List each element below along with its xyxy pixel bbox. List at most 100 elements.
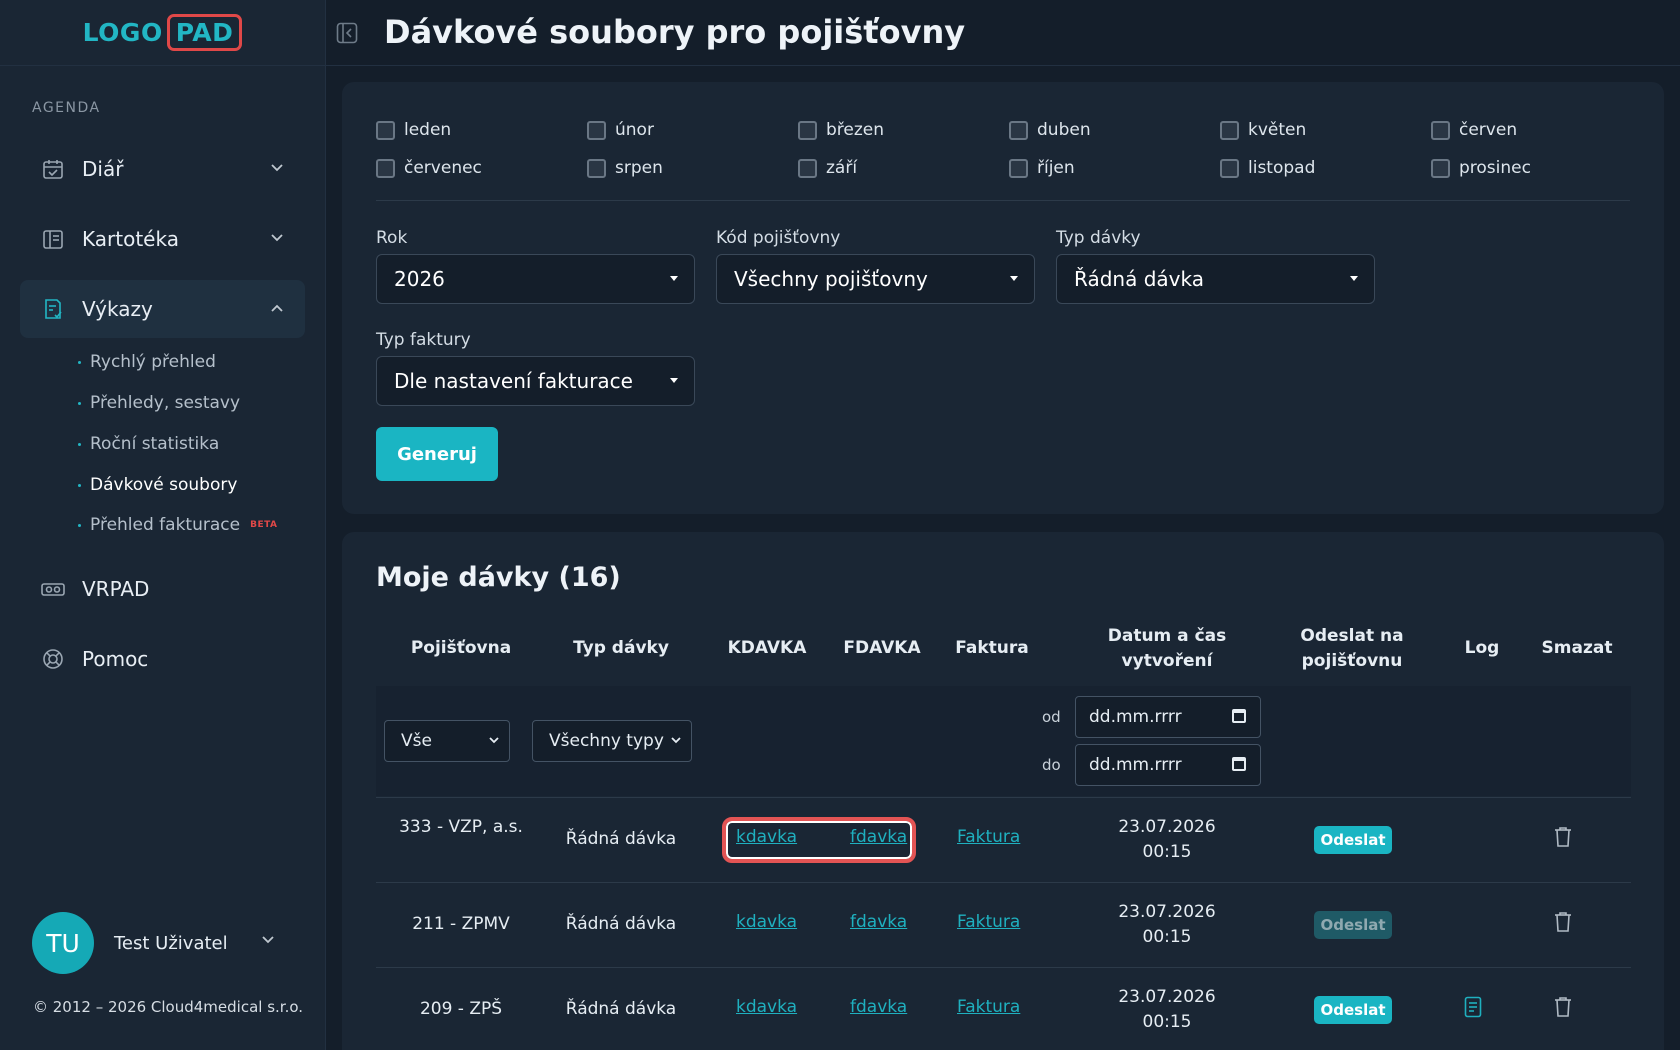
caret-down-icon	[670, 276, 678, 281]
trash-icon[interactable]	[1554, 996, 1572, 1018]
column-header-smazat: Smazat	[1541, 638, 1613, 658]
kod-pojistovny-select[interactable]: Všechny pojišťovny	[716, 254, 1035, 304]
date-from-label: od	[1042, 708, 1061, 726]
checkbox[interactable]	[798, 120, 817, 140]
checkbox[interactable]	[587, 158, 606, 178]
typ-filter-select[interactable]: Všechny typy	[532, 720, 692, 762]
sidebar-subitem-prehledy[interactable]: Přehledy, sestavy	[78, 393, 240, 413]
typ-cell: Řádná dávka	[565, 999, 677, 1019]
lifebuoy-icon	[40, 646, 66, 672]
month-label: březen	[826, 120, 885, 140]
fdavka-link[interactable]: fdavka	[850, 997, 907, 1017]
batches-title: Moje dávky (16)	[376, 562, 621, 593]
checkbox[interactable]	[1009, 120, 1028, 140]
month-label: leden	[404, 120, 452, 140]
typ-faktury-select[interactable]: Dle nastavení fakturace	[376, 356, 695, 406]
checkbox[interactable]	[1431, 120, 1450, 140]
date-cell: 23.07.2026 00:15	[1087, 815, 1247, 865]
log-document-icon[interactable]	[1464, 996, 1482, 1018]
sidebar-item-label: Pomoc	[82, 647, 149, 671]
sidebar-subitem-davkove-soubory[interactable]: Dávkové soubory	[78, 475, 237, 495]
checkbox[interactable]	[376, 120, 395, 140]
fdavka-link[interactable]: fdavka	[850, 912, 907, 932]
bullet-dot	[78, 401, 81, 405]
typ-cell: Řádná dávka	[565, 829, 677, 849]
calendar-icon[interactable]	[1232, 709, 1246, 723]
sidebar-item-vykazy[interactable]: Výkazy	[20, 280, 305, 338]
month-checkbox-item[interactable]: červen	[1431, 120, 1517, 140]
checkbox[interactable]	[1431, 158, 1450, 178]
checkbox[interactable]	[1220, 120, 1239, 140]
sidebar-item-vrpad[interactable]: VRPAD	[20, 560, 305, 618]
table-filter-row: Vše Všechny typy od dd.mm.rrrr do dd.mm.…	[376, 686, 1631, 796]
report-icon	[40, 296, 66, 322]
checkbox[interactable]	[376, 158, 395, 178]
sidebar-item-pomoc[interactable]: Pomoc	[20, 630, 305, 688]
checkbox[interactable]	[1220, 158, 1239, 178]
month-checkbox-item[interactable]: září	[798, 158, 857, 178]
checkbox[interactable]	[1009, 158, 1028, 178]
typ-filter-value: Všechny typy	[549, 731, 664, 751]
month-checkbox-item[interactable]: červenec	[376, 158, 482, 178]
send-button[interactable]: Odeslat	[1314, 826, 1392, 854]
month-checkbox-item[interactable]: květen	[1220, 120, 1306, 140]
trash-icon[interactable]	[1554, 911, 1572, 933]
typ-faktury-label: Typ faktury	[376, 330, 471, 350]
batches-panel: Moje dávky (16) Pojišťovna Typ dávky KDA…	[342, 532, 1664, 1050]
time-value: 00:15	[1142, 1012, 1192, 1032]
logo[interactable]: LOGO PAD	[83, 14, 243, 51]
sidebar-subitem-label: Roční statistika	[90, 434, 220, 454]
trash-icon[interactable]	[1554, 826, 1572, 848]
month-label: únor	[615, 120, 654, 140]
caret-down-icon	[670, 378, 678, 383]
month-checkbox-item[interactable]: listopad	[1220, 158, 1315, 178]
checkbox[interactable]	[798, 158, 817, 178]
user-menu[interactable]: TU Test Uživatel	[32, 912, 274, 974]
date-cell: 23.07.2026 00:15	[1087, 985, 1247, 1035]
sidebar-subitem-rocni-statistika[interactable]: Roční statistika	[78, 434, 219, 454]
month-checkbox-item[interactable]: leden	[376, 120, 451, 140]
month-label: červenec	[404, 158, 482, 178]
faktura-link[interactable]: Faktura	[957, 827, 1020, 847]
row-divider	[376, 967, 1631, 968]
checkbox[interactable]	[587, 120, 606, 140]
faktura-link[interactable]: Faktura	[957, 912, 1020, 932]
date-to-input[interactable]: dd.mm.rrrr	[1075, 744, 1261, 786]
month-label: prosinec	[1459, 158, 1531, 178]
section-label-agenda: AGENDA	[32, 100, 101, 116]
sidebar-item-diar[interactable]: Diář	[20, 140, 305, 198]
calendar-icon[interactable]	[1232, 757, 1246, 771]
month-checkbox-item[interactable]: březen	[798, 120, 884, 140]
month-checkbox-item[interactable]: říjen	[1009, 158, 1075, 178]
sidebar-item-kartoteka[interactable]: Kartotéka	[20, 210, 305, 268]
vr-headset-icon	[40, 576, 66, 602]
rok-select[interactable]: 2026	[376, 254, 695, 304]
sidebar-subitem-prehled-fakturace[interactable]: Přehled fakturace BETA	[78, 515, 278, 535]
generate-button[interactable]: Generuj	[376, 427, 498, 481]
kdavka-link[interactable]: kdavka	[736, 912, 797, 932]
typ-davky-select[interactable]: Řádná dávka	[1056, 254, 1375, 304]
sidebar-item-label: VRPAD	[82, 577, 150, 601]
logo-area: LOGO PAD	[0, 0, 325, 66]
logo-text: LOGO	[82, 18, 163, 47]
chevron-down-icon	[271, 160, 283, 176]
bullet-dot	[78, 442, 81, 446]
column-header-typ-davky: Typ dávky	[573, 638, 669, 658]
pojistovna-filter-select[interactable]: Vše	[384, 720, 510, 762]
typ-davky-value: Řádná dávka	[1074, 267, 1204, 291]
chevron-down-icon	[671, 733, 681, 748]
rok-value: 2026	[394, 267, 445, 291]
send-button[interactable]: Odeslat	[1314, 996, 1392, 1024]
sidebar-item-label: Diář	[82, 157, 124, 181]
date-from-input[interactable]: dd.mm.rrrr	[1075, 696, 1261, 738]
month-checkbox-item[interactable]: únor	[587, 120, 654, 140]
sidebar-collapse-icon[interactable]	[336, 22, 358, 44]
month-checkbox-item[interactable]: srpen	[587, 158, 663, 178]
kdavka-link[interactable]: kdavka	[736, 997, 797, 1017]
typ-cell: Řádná dávka	[565, 914, 677, 934]
sidebar-subitem-rychly-prehled[interactable]: Rychlý přehled	[78, 352, 216, 372]
faktura-link[interactable]: Faktura	[957, 997, 1020, 1017]
month-checkbox-item[interactable]: prosinec	[1431, 158, 1531, 178]
month-checkbox-item[interactable]: duben	[1009, 120, 1091, 140]
sidebar: LOGO PAD AGENDA Diář Kartotéka Výkazy Ry…	[0, 0, 326, 1050]
